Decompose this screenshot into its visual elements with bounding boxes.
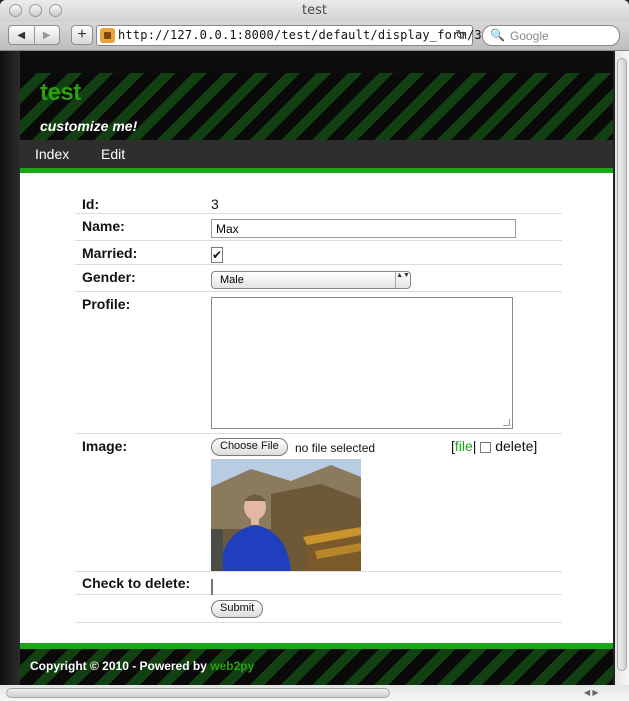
id-row: Id: 3 <box>75 193 562 214</box>
scroll-arrows-icon[interactable]: ◀ ▶ <box>584 688 599 697</box>
name-label: Name: <box>82 218 125 234</box>
select-arrows-icon: ▲▼ <box>395 272 410 288</box>
no-file-text: no file selected <box>295 441 376 455</box>
web2py-link[interactable]: web2py <box>210 659 254 673</box>
site-footer: Copyright © 2010 - Powered by web2py <box>20 649 613 685</box>
id-value: 3 <box>211 196 219 212</box>
menu-item-index[interactable]: Index <box>35 146 69 162</box>
add-bookmark-button[interactable]: + <box>71 25 93 45</box>
nav-buttons: ◀ ▶ <box>8 25 60 45</box>
delete-record-row: Check to delete: <box>75 572 562 595</box>
site-title: test <box>40 79 81 106</box>
image-row: Image: Choose File no file selected [fil… <box>75 434 562 572</box>
search-icon[interactable]: 🔍 <box>490 28 505 42</box>
submit-button[interactable]: Submit <box>211 600 264 618</box>
window-title: test <box>302 3 327 18</box>
gender-label: Gender: <box>82 269 136 285</box>
address-bar[interactable]: http://127.0.0.1:8000/test/default/displ… <box>96 25 482 46</box>
file-link[interactable]: file <box>455 438 473 454</box>
gender-row: Gender: Male ▲▼ <box>75 265 562 292</box>
search-placeholder: Google <box>510 29 549 43</box>
file-actions: [file| delete] <box>451 438 537 454</box>
name-row: Name: <box>75 214 562 241</box>
address-url[interactable]: http://127.0.0.1:8000/test/default/displ… <box>118 28 482 42</box>
site-subtitle: customize me! <box>40 118 138 134</box>
main-menu: Index Edit <box>20 140 613 168</box>
uploaded-photo <box>211 459 361 571</box>
married-row: Married: ✔ <box>75 241 562 265</box>
title-bar: test <box>0 0 629 22</box>
zoom-window-button[interactable] <box>49 4 62 17</box>
horizontal-scrollbar[interactable]: ◀ ▶ <box>0 685 629 701</box>
web-page: test customize me! Index Edit Id: 3 Name… <box>0 51 615 685</box>
id-label: Id: <box>82 196 100 212</box>
submit-row: Submit <box>75 595 562 623</box>
reload-icon[interactable]: ↻ <box>455 27 466 43</box>
site-favicon-icon <box>100 28 115 43</box>
copyright-label: Copyright © 2010 - Powered by <box>30 659 207 673</box>
form-content: Id: 3 Name: Married: ✔ Gender: Male ▲▼ <box>20 173 613 643</box>
horizontal-scroll-thumb[interactable] <box>6 688 390 698</box>
married-checkbox[interactable]: ✔ <box>211 247 224 263</box>
image-label: Image: <box>82 438 128 454</box>
check-to-delete-label: Check to delete: <box>82 575 191 591</box>
minimize-window-button[interactable] <box>29 4 42 17</box>
browser-window: test ◀ ▶ + http://127.0.0.1:8000/test/de… <box>0 0 629 701</box>
browser-toolbar: ◀ ▶ + http://127.0.0.1:8000/test/default… <box>0 22 629 51</box>
forward-button[interactable]: ▶ <box>33 26 60 44</box>
married-label: Married: <box>82 245 138 261</box>
profile-row: Profile: <box>75 292 562 434</box>
gender-selected-value: Male <box>220 274 244 286</box>
profile-label: Profile: <box>82 296 131 312</box>
delete-label: delete] <box>495 438 538 454</box>
copyright-text: Copyright © 2010 - Powered by web2py <box>30 659 254 673</box>
site-header: test customize me! <box>20 73 613 140</box>
photo-image <box>211 459 361 571</box>
back-button[interactable]: ◀ <box>9 26 34 44</box>
page-left-margin <box>0 51 20 685</box>
search-field[interactable]: 🔍 Google <box>482 25 620 46</box>
choose-file-button[interactable]: Choose File <box>211 438 288 456</box>
file-separator: | <box>472 438 477 454</box>
vertical-scrollbar[interactable] <box>615 51 629 685</box>
menu-item-edit[interactable]: Edit <box>101 146 125 162</box>
vertical-scroll-thumb[interactable] <box>617 58 627 671</box>
name-input[interactable] <box>211 219 516 238</box>
delete-record-checkbox[interactable] <box>211 579 213 595</box>
gender-select[interactable]: Male ▲▼ <box>211 271 411 289</box>
close-window-button[interactable] <box>9 4 22 17</box>
profile-textarea[interactable] <box>211 297 513 429</box>
delete-image-checkbox[interactable] <box>480 441 492 453</box>
